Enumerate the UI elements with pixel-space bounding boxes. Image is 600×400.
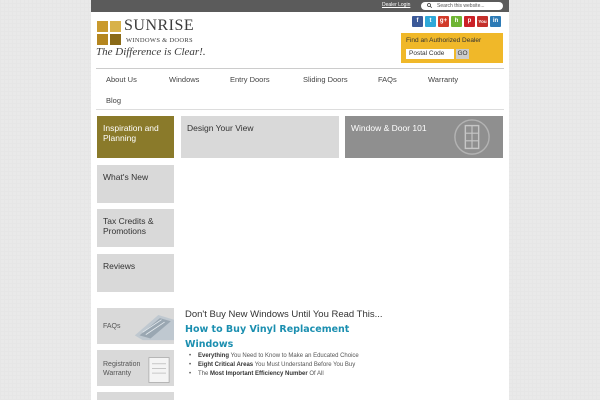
dealer-finder-title: Find an Authorized Dealer <box>406 37 482 44</box>
keyboard-image <box>134 315 174 341</box>
bullet-item: Eight Critical Areas You Must Understand… <box>189 361 369 370</box>
dealer-login-link[interactable]: Dealer Login <box>382 2 410 8</box>
bullet-item: Everything You Need to Know to Make an E… <box>189 352 369 361</box>
checklist-image <box>148 357 170 383</box>
nav-windows[interactable]: Windows <box>169 75 199 84</box>
small-tile-faqs[interactable]: FAQs <box>97 308 174 344</box>
nav-blog[interactable]: Blog <box>106 96 121 105</box>
article-bullets: Everything You Need to Know to Make an E… <box>189 352 369 379</box>
search-icon <box>427 3 432 8</box>
social-links: f t g+ h p You in <box>412 16 501 27</box>
bullet-item: The Most Important Efficiency Number Of … <box>189 370 369 379</box>
article-subhead-line2[interactable]: Windows <box>185 339 233 350</box>
tile-label: Tax Credits & Promotions <box>103 216 154 236</box>
window-icon <box>454 119 490 155</box>
logo-subtitle: WINDOWS & DOORS <box>126 37 193 44</box>
tile-inspiration-planning[interactable]: Inspiration and Planning <box>97 116 174 158</box>
houzz-icon[interactable]: h <box>451 16 462 27</box>
nav-entry-doors[interactable]: Entry Doors <box>230 75 270 84</box>
nav-warranty[interactable]: Warranty <box>428 75 458 84</box>
youtube-icon[interactable]: You <box>477 16 488 27</box>
tile-label: What's New <box>103 172 149 182</box>
facebook-icon[interactable]: f <box>412 16 423 27</box>
small-tile-partial[interactable] <box>97 392 174 400</box>
nav-about-us[interactable]: About Us <box>106 75 137 84</box>
dealer-finder: Find an Authorized Dealer Postal Code GO <box>401 33 503 63</box>
pinterest-icon[interactable]: p <box>464 16 475 27</box>
google-plus-icon[interactable]: g+ <box>438 16 449 27</box>
go-button[interactable]: GO <box>456 49 469 59</box>
nav-divider <box>96 68 504 69</box>
tile-reviews[interactable]: Reviews <box>97 254 174 292</box>
nav-divider-bottom <box>96 109 504 110</box>
tile-label: Reviews <box>103 261 136 271</box>
tile-label: Design Your View <box>187 123 254 133</box>
small-tile-registration-warranty[interactable]: Registration Warranty <box>97 350 174 386</box>
tile-tax-credits[interactable]: Tax Credits & Promotions <box>97 209 174 247</box>
page: Dealer Login Search this website... SUNR… <box>91 0 509 400</box>
nav-faqs[interactable]: FAQs <box>378 75 397 84</box>
tile-window-door-101[interactable]: Window & Door 101 <box>345 116 503 158</box>
tile-label: Inspiration and Planning <box>103 123 159 143</box>
logo-name[interactable]: SUNRISE <box>124 17 194 35</box>
search-box[interactable]: Search this website... <box>421 2 503 10</box>
nav-sliding-doors[interactable]: Sliding Doors <box>303 75 348 84</box>
small-tile-label: FAQs <box>103 323 121 330</box>
top-bar: Dealer Login Search this website... <box>91 0 509 12</box>
tile-whats-new[interactable]: What's New <box>97 165 174 203</box>
tile-label: Window & Door 101 <box>351 123 427 133</box>
postal-code-input[interactable]: Postal Code <box>406 49 454 59</box>
article-headline: Don't Buy New Windows Until You Read Thi… <box>185 309 383 320</box>
twitter-icon[interactable]: t <box>425 16 436 27</box>
article-subhead[interactable]: How to Buy Vinyl Replacement <box>185 324 349 335</box>
small-tile-label: Registration Warranty <box>103 361 141 377</box>
linkedin-icon[interactable]: in <box>490 16 501 27</box>
search-input[interactable]: Search this website... <box>437 3 485 9</box>
logo-tagline: The Difference is Clear!. <box>96 46 206 58</box>
sunrise-logo-icon <box>97 21 121 45</box>
tile-design-your-view[interactable]: Design Your View <box>181 116 339 158</box>
